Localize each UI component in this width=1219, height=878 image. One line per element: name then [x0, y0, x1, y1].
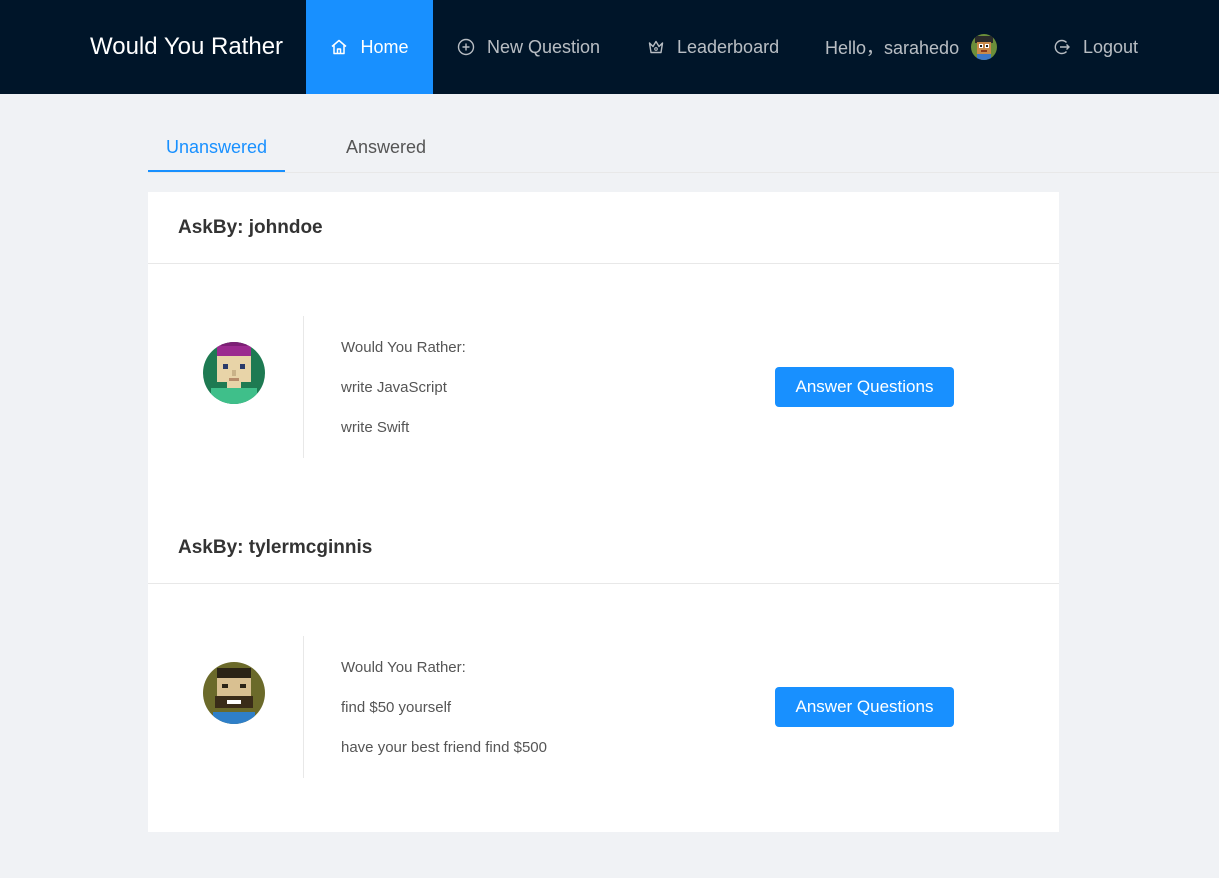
crown-icon — [647, 38, 665, 56]
user-greeting: Hello，sarahedo — [825, 0, 998, 94]
nav-home-label: Home — [360, 36, 409, 57]
option-one: write JavaScript — [341, 379, 447, 396]
divider — [303, 636, 304, 778]
tab-unanswered[interactable]: Unanswered — [148, 124, 285, 172]
question-item: AskBy: johndoe Would You Rather: write J… — [148, 192, 1059, 512]
home-icon — [330, 38, 348, 56]
option-two: write Swift — [341, 419, 410, 436]
nav-new-question-label: New Question — [487, 36, 601, 57]
questions-card: AskBy: johndoe Would You Rather: write J… — [148, 192, 1059, 832]
question-prompt: Would You Rather: — [341, 659, 466, 676]
question-prompt: Would You Rather: — [341, 339, 466, 356]
answer-questions-button[interactable]: Answer Questions — [775, 367, 954, 407]
nav-leaderboard-label: Leaderboard — [677, 36, 780, 57]
author-avatar — [203, 662, 265, 724]
app-title: Would You Rather — [90, 33, 284, 60]
divider — [303, 316, 304, 458]
question-tabs: Unanswered Answered — [148, 124, 1219, 173]
nav-logout[interactable]: Logout — [1053, 0, 1138, 94]
question-author: AskBy: johndoe — [148, 192, 1059, 264]
nav-new-question[interactable]: New Question — [457, 0, 600, 94]
question-options: Would You Rather: write JavaScript write… — [341, 328, 466, 448]
plus-circle-icon — [457, 38, 475, 56]
question-options: Would You Rather: find $50 yourself have… — [341, 648, 547, 768]
tab-answered[interactable]: Answered — [346, 124, 426, 170]
question-author: AskBy: tylermcginnis — [148, 512, 1059, 584]
nav-leaderboard[interactable]: Leaderboard — [647, 0, 779, 94]
top-navigation-bar: Would You Rather Home New Question Leade… — [0, 0, 1219, 94]
question-item: AskBy: tylermcginnis Would You Rather: f… — [148, 512, 1059, 832]
option-one: find $50 yourself — [341, 699, 452, 716]
user-avatar — [971, 34, 998, 60]
nav-home[interactable]: Home — [306, 0, 433, 94]
nav-logout-label: Logout — [1083, 36, 1139, 57]
author-avatar — [203, 342, 265, 404]
option-two: have your best friend find $500 — [341, 739, 547, 756]
user-greeting-label: Hello，sarahedo — [825, 38, 960, 58]
logout-icon — [1053, 38, 1071, 56]
answer-questions-button[interactable]: Answer Questions — [775, 687, 954, 727]
